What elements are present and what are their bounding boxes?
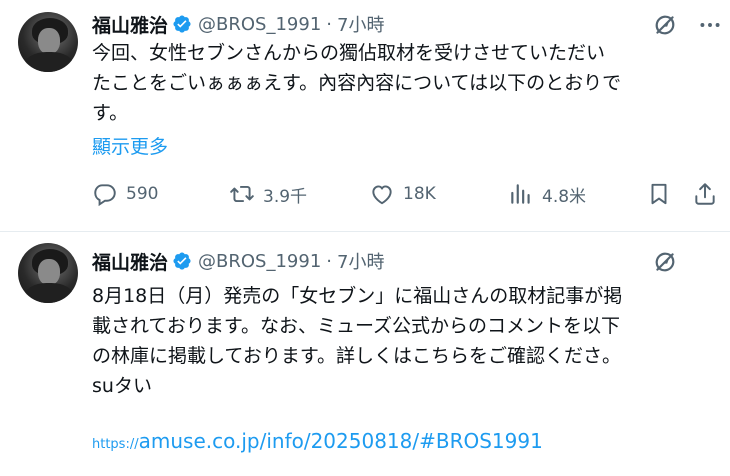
repost-count: 3.9千	[263, 186, 308, 207]
reply-button[interactable]: 590	[92, 178, 158, 210]
bookmark-icon	[651, 183, 667, 205]
tweet-text-line: の林庫に掲載しております。詳しくはこちらをご確認くださ。	[92, 345, 621, 367]
verified-badge-icon	[173, 15, 191, 33]
reply-icon	[94, 184, 116, 207]
tweet-text-line: suタい	[92, 375, 152, 397]
views-button[interactable]: 4.8米	[508, 178, 586, 210]
header-separator: ·	[326, 250, 333, 272]
show-more-link[interactable]: 顯示更多	[92, 132, 168, 159]
timestamp[interactable]: 7小時	[337, 248, 384, 274]
tweet[interactable]: 福山雅治 @BROS_1991 · 7小時 8月18日（月）発売の「女セブン」に…	[0, 233, 730, 476]
tweet-text: 8月18日（月）発売の「女セブン」に福山さんの取材記事が掲 載されております。な…	[92, 281, 622, 401]
like-button[interactable]: 18K	[369, 178, 436, 210]
tweet-text-line: す。	[92, 102, 129, 124]
share-icon	[695, 183, 715, 205]
tweet-text-line: 今回、女性セブンさんからの獨佔取材を受けさせていただい	[92, 42, 606, 64]
more-icon[interactable]	[697, 12, 723, 38]
like-count: 18K	[403, 184, 436, 204]
tweet-text-line: 8月18日（月）発売の「女セブン」に福山さんの取材記事が掲	[92, 285, 623, 307]
like-icon	[372, 185, 392, 205]
avatar[interactable]	[18, 12, 78, 72]
repost-icon	[230, 185, 254, 203]
tweet-text-line: 載されております。なお、ミューズ公式からのコメントを以下	[92, 315, 621, 337]
tweet-header: 福山雅治 @BROS_1991 · 7小時	[92, 247, 384, 275]
tweet-link[interactable]: https://amuse.co.jp/info/20250818/#BROS1…	[92, 429, 543, 453]
tweet-text-line: たことをごいぁぁぁえす。內容內容については以下のとおりで	[92, 72, 622, 94]
link-scheme: https://	[92, 437, 139, 452]
views-count: 4.8米	[542, 186, 587, 207]
author-handle[interactable]: @BROS_1991	[198, 251, 321, 272]
tweet-actions: 590 3.9千 18K 4.8米	[92, 178, 722, 210]
grok-icon[interactable]	[652, 12, 678, 38]
tweet-header: 福山雅治 @BROS_1991 · 7小時	[92, 10, 384, 38]
author-name[interactable]: 福山雅治	[92, 11, 168, 38]
author-name[interactable]: 福山雅治	[92, 248, 168, 275]
tweet-text: 今回、女性セブンさんからの獨佔取材を受けさせていただい たことをごいぁぁぁえす。…	[92, 38, 621, 128]
link-url: amuse.co.jp/info/20250818/#BROS1991	[138, 429, 543, 453]
avatar[interactable]	[18, 243, 78, 303]
header-separator: ·	[326, 13, 333, 35]
verified-badge-icon	[173, 252, 191, 270]
tweet[interactable]: 福山雅治 @BROS_1991 · 7小時 今回、女性セブンさんからの獨佔取材を…	[0, 0, 730, 232]
reply-count: 590	[126, 184, 159, 204]
grok-icon[interactable]	[652, 249, 678, 275]
repost-button[interactable]: 3.9千	[229, 178, 307, 210]
bookmark-button[interactable]	[646, 178, 672, 210]
share-button[interactable]	[692, 178, 718, 210]
author-handle[interactable]: @BROS_1991	[198, 14, 321, 35]
views-icon	[511, 184, 530, 204]
timestamp[interactable]: 7小時	[337, 11, 384, 37]
